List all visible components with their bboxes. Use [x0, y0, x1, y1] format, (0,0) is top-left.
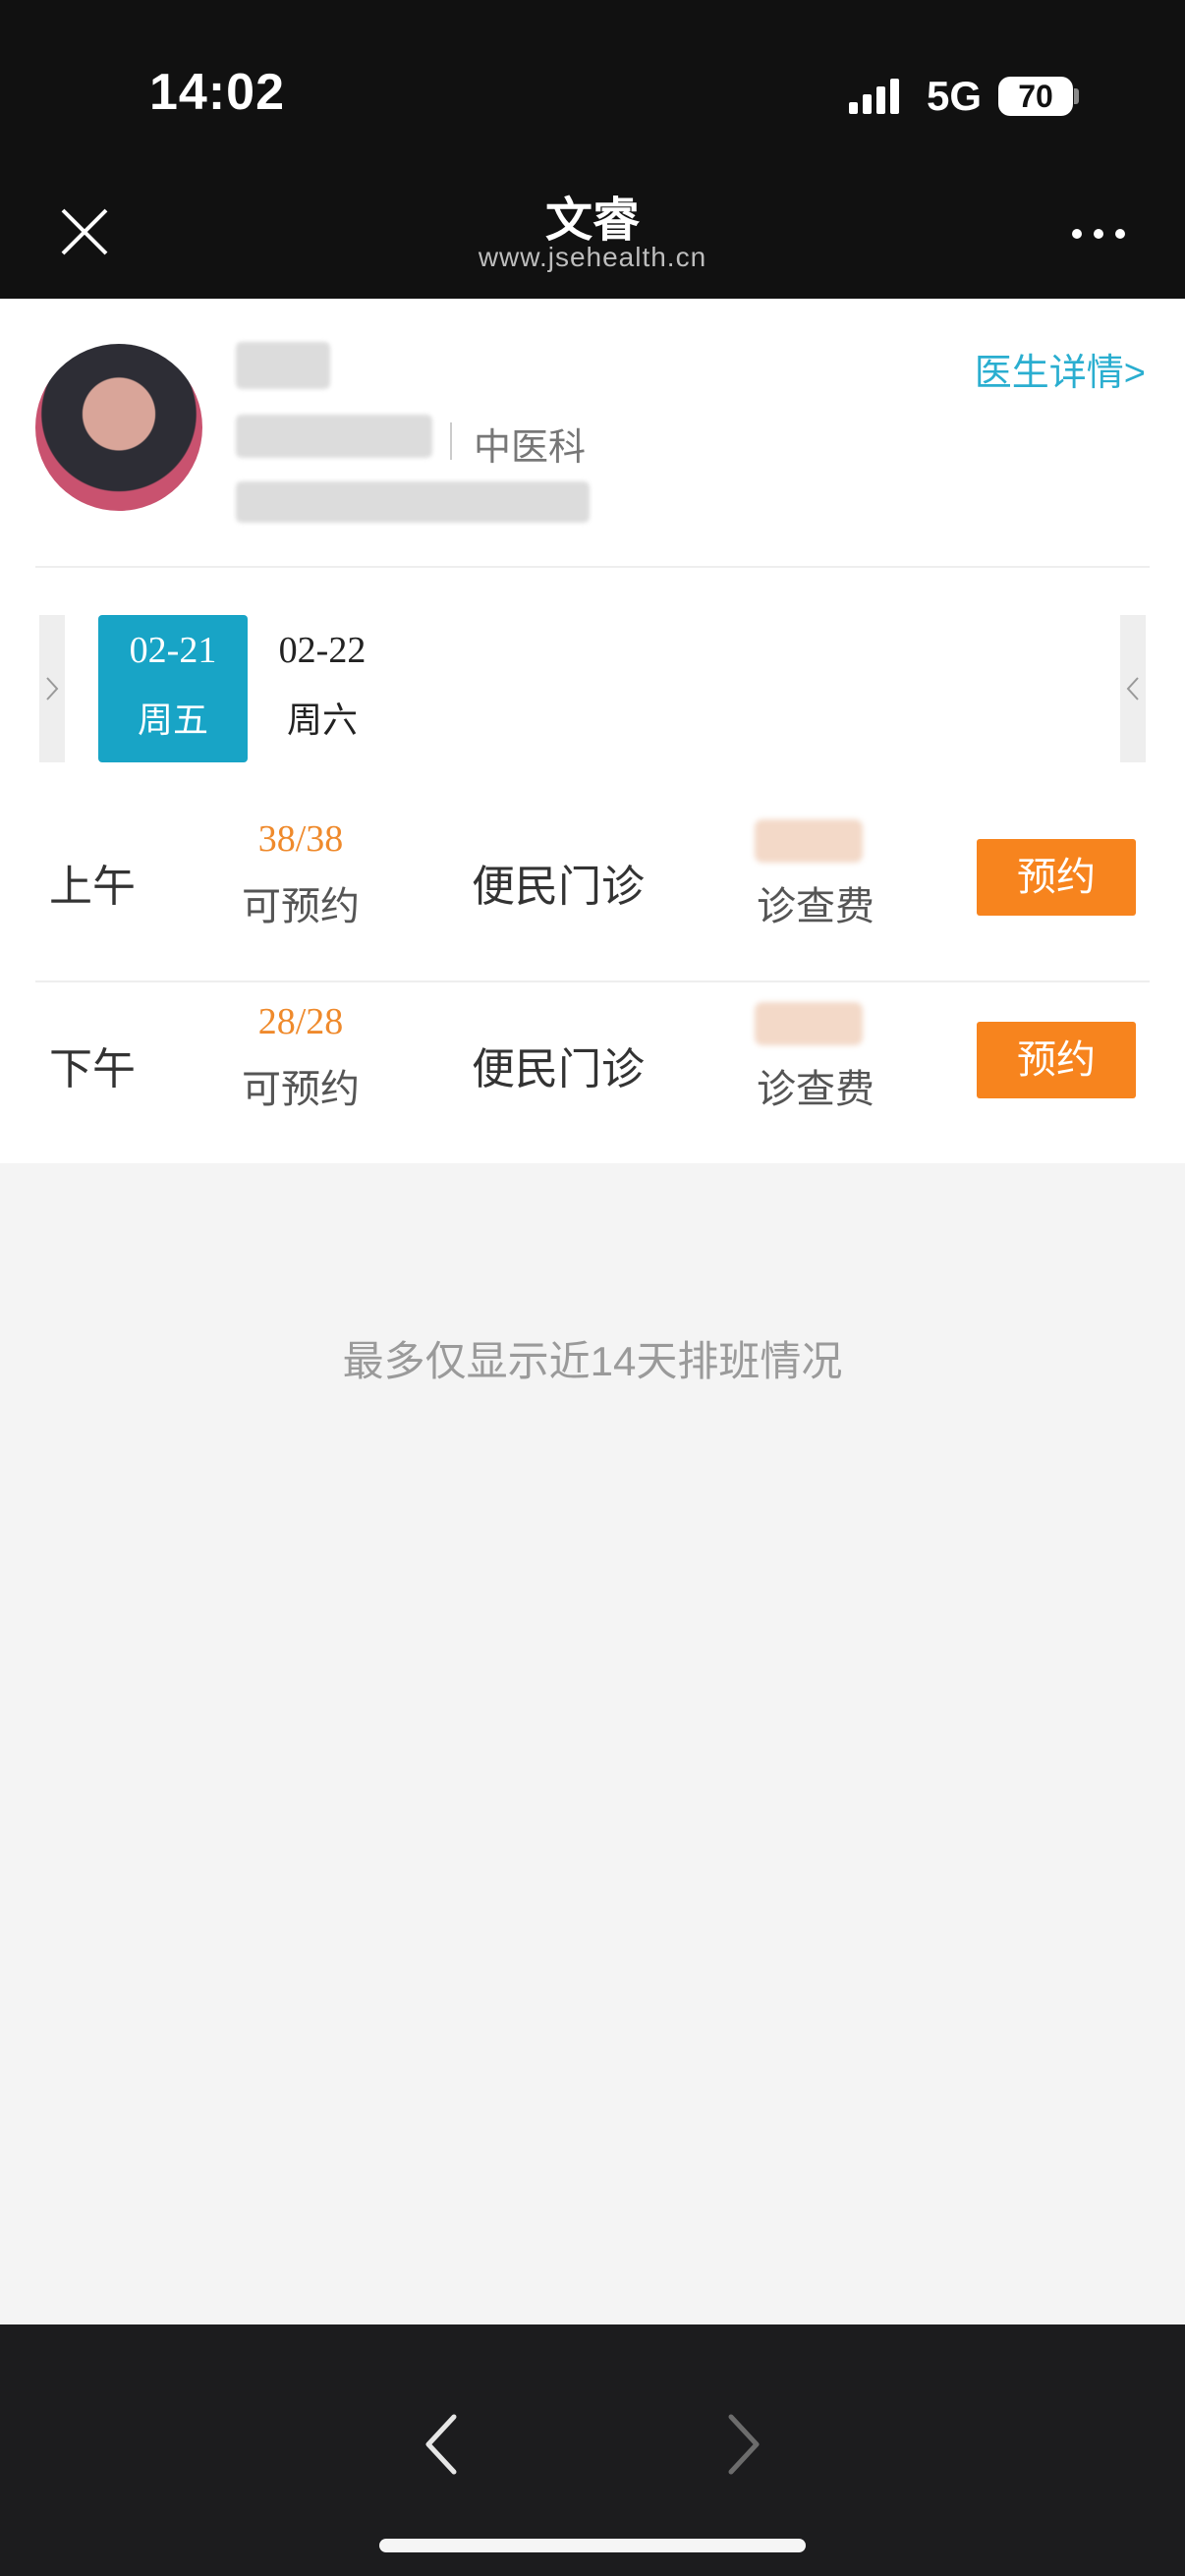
date-tab[interactable]: 02-22 周六 [248, 615, 397, 762]
forward-arrow-icon[interactable] [717, 2405, 768, 2484]
slot-period: 下午 [49, 1045, 136, 1093]
slot-period: 上午 [49, 863, 136, 911]
main-content: 中医科 医生详情> 02-21 周五 02-22 周六 上午 38/38 可预约… [0, 299, 1185, 1163]
slot-availability: 可预约 [242, 1068, 360, 1111]
slot-availability: 可预约 [242, 885, 360, 928]
schedule-row: 上午 38/38 可预约 便民门诊 诊查费 预约 [35, 796, 1150, 977]
slot-count: 38/38 [257, 818, 344, 860]
chevron-left-icon [1126, 677, 1139, 700]
doctor-detail-link[interactable]: 医生详情> [975, 342, 1146, 396]
doctor-department: 中医科 [474, 427, 587, 469]
signal-icon [849, 79, 899, 114]
nav-bar: 文睿 www.jsehealth.cn [0, 177, 1185, 299]
fee-amount-redacted [755, 819, 863, 863]
fee-amount-redacted [755, 1002, 863, 1045]
page-domain: www.jsehealth.cn [478, 242, 707, 272]
chevron-right-icon [46, 677, 59, 700]
date-strip: 02-21 周五 02-22 周六 [39, 615, 1146, 762]
status-time: 14:02 [149, 64, 285, 121]
slot-clinic-type: 便民门诊 [472, 1045, 645, 1093]
date-tab[interactable]: 02-21 周五 [98, 615, 248, 762]
schedule-row: 下午 28/28 可预约 便民门诊 诊查费 预约 [35, 979, 1150, 1159]
slot-count: 28/28 [257, 1001, 344, 1042]
weekday-label: 周六 [286, 700, 358, 740]
schedule-notice: 最多仅显示近14天排班情况 [342, 1338, 843, 1384]
date-prev-button[interactable] [39, 615, 65, 762]
home-indicator [379, 2539, 806, 2552]
page-title: 文睿 [544, 195, 640, 247]
bottom-toolbar [0, 2324, 1185, 2576]
fee-label: 诊查费 [757, 1068, 875, 1111]
slot-clinic-type: 便民门诊 [472, 863, 645, 911]
dept-separator [450, 422, 452, 460]
battery-cap [1074, 88, 1079, 104]
book-button[interactable]: 预约 [977, 1022, 1136, 1098]
doctor-avatar [35, 344, 202, 511]
date-label: 02-21 [129, 630, 217, 671]
back-arrow-icon[interactable] [417, 2405, 468, 2484]
book-button[interactable]: 预约 [977, 839, 1136, 916]
battery-icon: 70 [998, 77, 1073, 116]
divider [35, 566, 1150, 568]
network-label: 5G [927, 73, 983, 119]
date-label: 02-22 [278, 630, 367, 671]
date-next-button[interactable] [1120, 615, 1146, 762]
status-bar: 14:02 5G 70 [0, 0, 1185, 177]
fee-label: 诊查费 [757, 885, 875, 928]
weekday-label: 周五 [137, 700, 208, 740]
doctor-title-redacted [236, 415, 432, 458]
doctor-name-redacted [236, 342, 330, 389]
more-icon[interactable] [1069, 224, 1128, 244]
doctor-hospital-redacted [236, 481, 590, 523]
